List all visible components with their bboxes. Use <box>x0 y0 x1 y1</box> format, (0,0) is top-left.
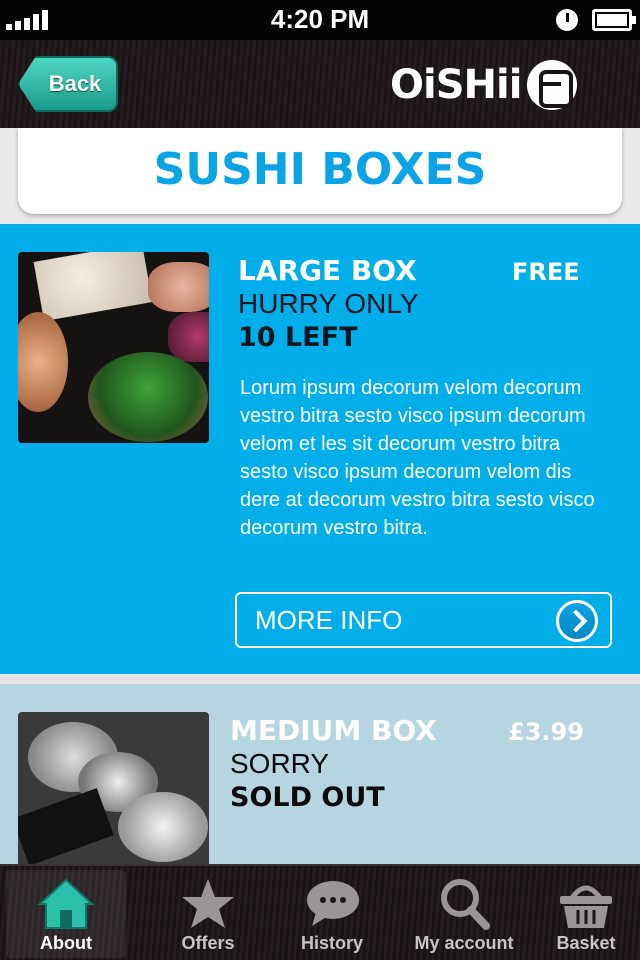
tab-label: My account <box>414 933 514 953</box>
title-area: SUSHI BOXES <box>0 128 640 224</box>
large-box-photo <box>18 252 209 443</box>
product-name: LARGE BOX <box>238 254 417 287</box>
product-description: Lorum ipsum decorum velom decorum vestro… <box>240 377 595 539</box>
home-icon <box>37 878 95 929</box>
tab-label: History <box>300 933 363 953</box>
alarm-clock-icon <box>556 9 578 31</box>
panel-divider <box>0 674 640 684</box>
medium-box-photo <box>18 712 209 864</box>
status-time: 4:20 PM <box>270 4 370 34</box>
title-card: SUSHI BOXES <box>18 128 622 214</box>
back-button[interactable]: Back <box>18 56 118 112</box>
product-stock: SOLD OUT <box>230 782 385 813</box>
tab-label: About <box>40 933 92 953</box>
product-card-large-box: LARGE BOX FREE HURRY ONLY 10 LEFT Lorum … <box>0 224 640 674</box>
tab-offers[interactable]: Offers <box>148 870 268 958</box>
product-price: FREE <box>512 258 580 286</box>
product-status: SORRY <box>230 748 330 779</box>
oishii-logo: OiSHii <box>390 60 578 110</box>
more-info-label: MORE INFO <box>255 605 403 635</box>
navigation-bar: Back OiSHii <box>0 40 640 128</box>
tab-bar: About Offers History My account Basket <box>0 864 640 960</box>
tab-history[interactable]: History <box>272 870 392 958</box>
status-bar: 4:20 PM <box>0 0 640 40</box>
tab-basket[interactable]: Basket <box>526 870 640 958</box>
logo-text: OiSHii <box>390 62 522 108</box>
product-name: MEDIUM BOX <box>230 714 437 747</box>
product-card-medium-box: MEDIUM BOX £3.99 SORRY SOLD OUT <box>0 684 640 864</box>
tab-label: Basket <box>556 933 616 953</box>
tab-my-account[interactable]: My account <box>404 870 524 958</box>
product-status: HURRY ONLY <box>238 288 419 319</box>
battery-icon <box>592 9 636 31</box>
star-icon <box>182 879 234 928</box>
chat-bubble-icon <box>307 881 359 926</box>
search-icon <box>441 879 490 930</box>
basket-icon <box>560 885 612 928</box>
tab-label: Offers <box>181 933 235 953</box>
chevron-right-icon <box>556 600 598 642</box>
page-title: SUSHI BOXES <box>153 144 487 195</box>
product-stock: 10 LEFT <box>238 322 358 353</box>
logo-box-icon <box>527 60 578 110</box>
tab-about[interactable]: About <box>6 870 126 958</box>
more-info-button[interactable]: MORE INFO <box>235 592 612 648</box>
product-price: £3.99 <box>508 718 584 746</box>
